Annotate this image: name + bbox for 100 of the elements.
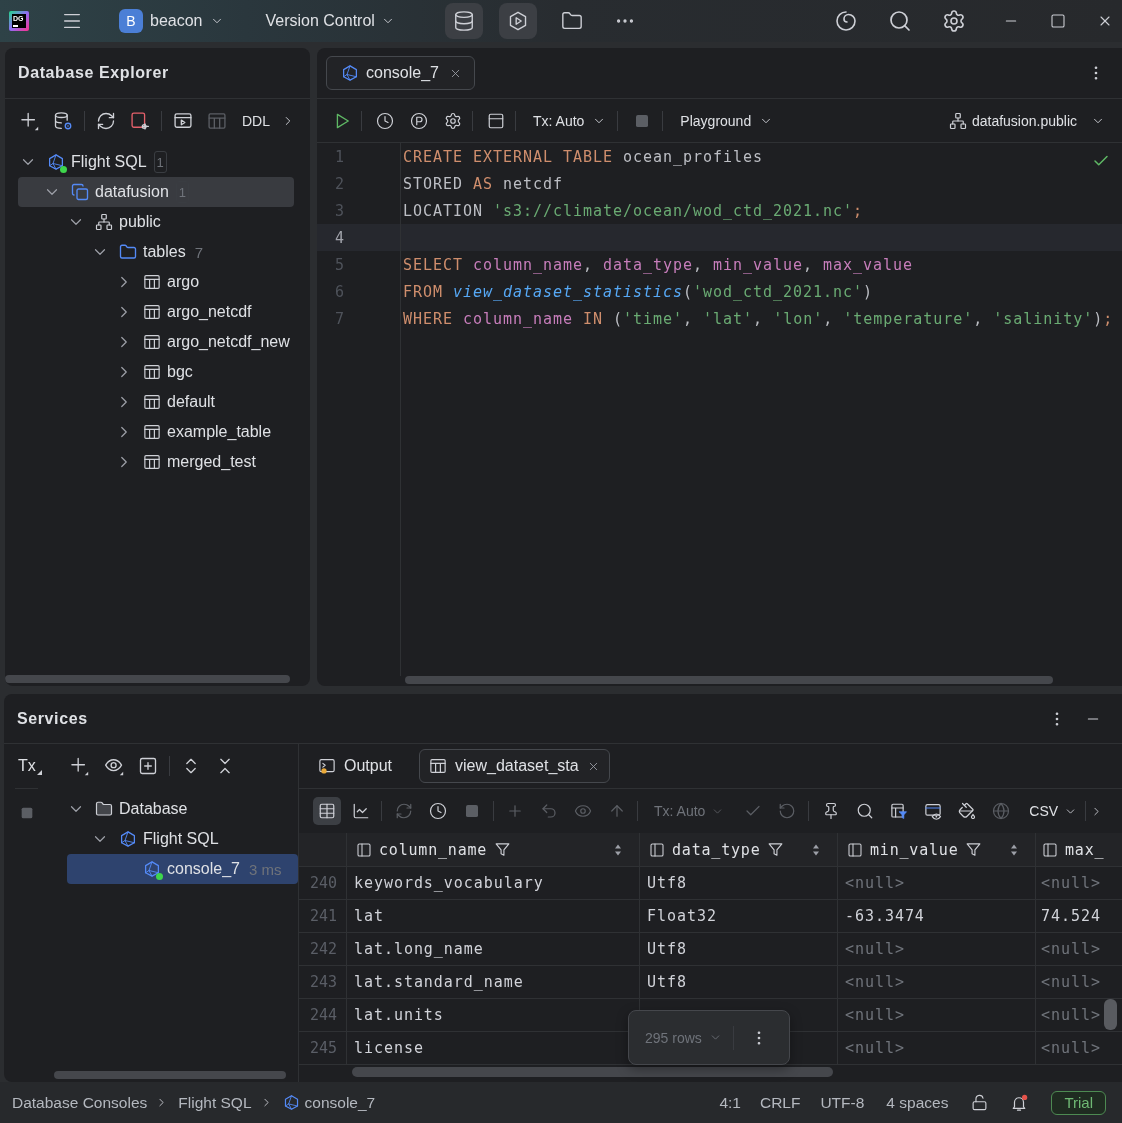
table-cell: Utf8 — [647, 940, 687, 958]
table-cell: <null> — [845, 874, 905, 892]
search-icon[interactable] — [856, 802, 875, 820]
settings-icon[interactable] — [444, 111, 462, 130]
tree-item[interactable]: Flight SQL 1 — [18, 147, 294, 177]
tree-item[interactable]: argo_netcdf_new — [18, 327, 294, 357]
polyhedron-icon — [143, 860, 161, 878]
column-header[interactable]: max_ — [1036, 833, 1122, 866]
clock-icon[interactable] — [376, 111, 394, 130]
transaction-menu[interactable]: Tx — [15, 757, 42, 775]
sort-icon[interactable] — [812, 842, 820, 857]
database-gear-icon[interactable] — [53, 111, 73, 131]
tree-item[interactable]: default — [18, 387, 294, 417]
version-control-menu[interactable]: Version Control — [265, 6, 395, 36]
polyhedron-icon — [341, 64, 359, 82]
trial-badge[interactable]: Trial — [1051, 1090, 1106, 1115]
clock-icon[interactable] — [429, 802, 447, 820]
line-number: 4 — [335, 228, 345, 247]
tree-item[interactable]: public — [18, 207, 294, 237]
tree-item[interactable]: argo_netcdf — [18, 297, 294, 327]
search-icon[interactable] — [888, 9, 912, 33]
editor-tab[interactable]: console_7 — [326, 56, 475, 90]
line-chart-icon[interactable] — [352, 802, 370, 820]
session-dropdown[interactable]: Playground — [680, 105, 774, 136]
sort-icon[interactable] — [614, 842, 622, 857]
tree-item[interactable]: Database — [67, 794, 298, 824]
eye-icon[interactable] — [104, 756, 124, 776]
result-tab[interactable]: view_dataset_sta — [419, 749, 610, 783]
count-badge: 1 — [153, 151, 167, 173]
tree-item[interactable]: argo — [18, 267, 294, 297]
folder-icon — [95, 800, 113, 818]
database-tool-button[interactable] — [444, 3, 483, 39]
table-icon[interactable] — [207, 111, 227, 131]
tree-item[interactable]: tables 7 — [18, 237, 294, 267]
schema-selector[interactable]: datafusion.public — [948, 105, 1105, 136]
result-tab[interactable]: Output — [310, 749, 403, 783]
cursor-position[interactable]: 4:1 — [719, 1093, 741, 1112]
grid-view-button[interactable] — [313, 797, 341, 825]
play-tool-button[interactable] — [498, 3, 537, 39]
filter-icon[interactable] — [494, 841, 512, 858]
column-header[interactable]: data_type — [640, 833, 838, 866]
scrollbar-thumb[interactable] — [405, 676, 1053, 684]
square-plus-icon[interactable] — [138, 756, 158, 776]
indentation[interactable]: 4 spaces — [886, 1093, 949, 1112]
line-number: 3 — [335, 201, 345, 220]
tree-item[interactable]: bgc — [18, 357, 294, 387]
filter-icon[interactable] — [965, 841, 983, 858]
plus-icon[interactable] — [19, 111, 39, 131]
maximize-icon[interactable] — [1050, 13, 1066, 29]
column-header[interactable]: column_name — [347, 833, 640, 866]
card-eye-icon[interactable] — [924, 802, 943, 820]
table-cell: Float32 — [647, 907, 717, 925]
scrollbar-thumb[interactable] — [1104, 999, 1117, 1030]
tree-item[interactable]: Flight SQL — [67, 824, 298, 854]
tree-item[interactable]: example_table — [18, 417, 294, 447]
row-number: 244 — [309, 1006, 338, 1024]
file-encoding[interactable]: UTF-8 — [820, 1093, 865, 1112]
transaction-mode-dropdown[interactable]: Tx: Auto — [533, 105, 607, 136]
breadcrumb-item[interactable]: Flight SQL — [178, 1093, 252, 1112]
scrollbar-thumb[interactable] — [5, 675, 290, 683]
line-number: 7 — [335, 309, 345, 328]
unlocked-lock-icon[interactable] — [971, 1094, 989, 1111]
console-window-icon[interactable] — [173, 111, 193, 131]
project-selector[interactable]: B beacon — [119, 6, 224, 36]
settings-icon[interactable] — [942, 9, 966, 33]
export-format-dropdown[interactable]: CSV — [1029, 796, 1078, 826]
tree-item[interactable]: datafusion 1 — [18, 177, 294, 207]
panel-icon[interactable] — [487, 111, 505, 130]
table-cell: <null> — [845, 1006, 905, 1024]
table-cell: <null> — [845, 973, 905, 991]
table-cell: <null> — [1041, 1006, 1101, 1024]
table-filter-icon[interactable] — [890, 802, 909, 820]
column-header[interactable]: min_value — [838, 833, 1036, 866]
refresh-icon[interactable] — [96, 111, 116, 131]
ddl-button[interactable]: DDL — [242, 106, 270, 136]
filter-icon[interactable] — [767, 841, 785, 858]
line-separator[interactable]: CRLF — [759, 1093, 801, 1112]
breadcrumb-item[interactable]: Database Consoles — [12, 1093, 148, 1112]
scrollbar-thumb[interactable] — [352, 1067, 833, 1077]
scrollbar-thumb[interactable] — [54, 1071, 286, 1079]
breadcrumb-item[interactable]: console_7 — [282, 1093, 376, 1112]
database-icon[interactable] — [452, 10, 475, 32]
table-cell: <null> — [1041, 940, 1101, 958]
spiral-icon[interactable] — [834, 9, 858, 33]
circled-p-icon[interactable] — [410, 111, 428, 130]
folder-icon[interactable] — [560, 10, 583, 32]
sort-icon[interactable] — [1010, 842, 1018, 857]
paint-bucket-icon[interactable] — [958, 802, 977, 820]
tree-item[interactable]: console_7 3 ms — [67, 854, 298, 884]
tree-item[interactable]: merged_test — [18, 447, 294, 477]
grid-view-icon[interactable] — [318, 802, 336, 820]
plug-square-icon[interactable] — [130, 111, 150, 131]
column-icon — [1042, 841, 1058, 858]
notifications-icon[interactable] — [1010, 1093, 1029, 1112]
table-cell: <null> — [1041, 874, 1101, 892]
plus-icon[interactable] — [69, 756, 89, 776]
stop-icon[interactable] — [19, 805, 35, 821]
table-icon — [143, 333, 161, 351]
row-number: 241 — [309, 907, 338, 925]
table-cell: lat.long_name — [354, 940, 484, 958]
